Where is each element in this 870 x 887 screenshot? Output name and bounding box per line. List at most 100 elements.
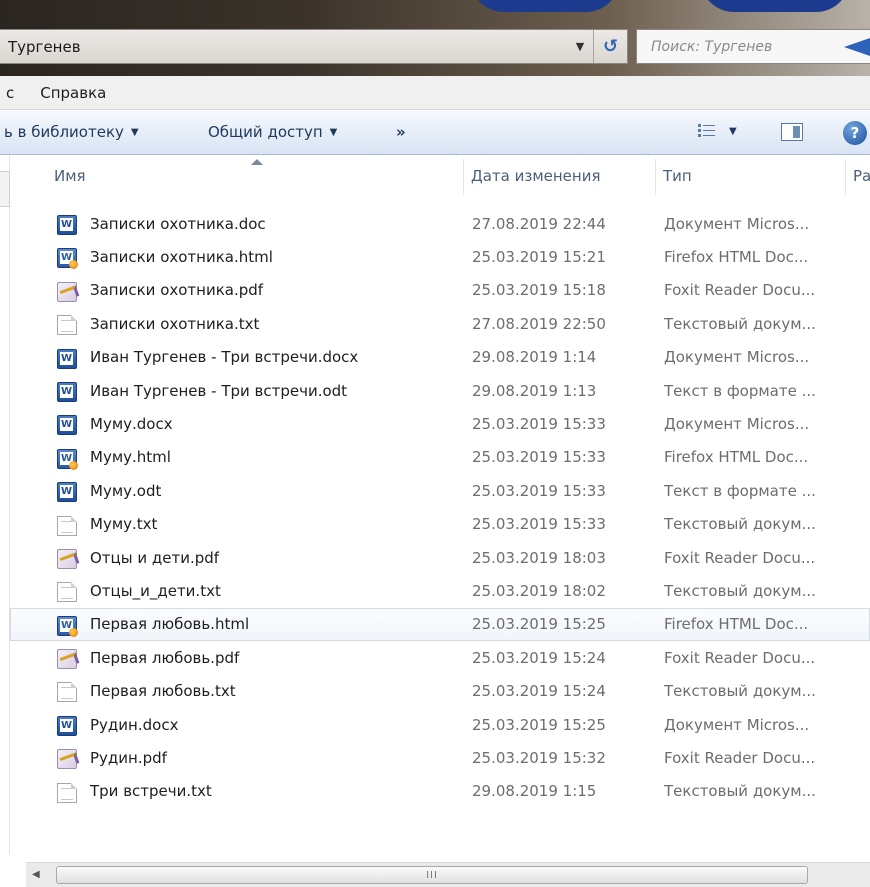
more-commands-button[interactable]: » <box>396 123 406 141</box>
address-bar[interactable]: Тургенев ▼ ↺ <box>0 29 628 64</box>
file-name-text: Записки охотника.doc <box>90 214 266 233</box>
file-type: Текст в формате ... <box>664 481 816 500</box>
file-date: 25.03.2019 15:33 <box>472 448 606 467</box>
file-name: Муму.html <box>55 442 465 473</box>
file-type: Foxit Reader Docu... <box>664 748 816 767</box>
file-date: 25.03.2019 18:03 <box>472 548 606 567</box>
file-type: Текст в формате ... <box>664 381 816 400</box>
file-type: Документ Micros... <box>664 214 810 233</box>
column-header-type[interactable]: Тип <box>655 155 845 197</box>
file-row[interactable]: Три встречи.txt 29.08.2019 1:15 Текстовый … <box>10 775 870 808</box>
file-row[interactable]: Муму.docx 25.03.2019 15:33 Документ Micros… <box>10 407 870 440</box>
scrollbar-gap <box>0 862 26 887</box>
file-type: Текстовый докум... <box>664 581 816 600</box>
file-row[interactable]: Первая любовь.html 25.03.2019 15:25 Firefo… <box>10 607 870 642</box>
scroll-left-icon[interactable]: ◀ <box>32 869 40 880</box>
file-name: Первая любовь.pdf <box>55 642 465 673</box>
file-name: Отцы и дети.pdf <box>55 542 465 573</box>
file-type: Текстовый докум... <box>664 782 816 801</box>
menu-bar: с Справка <box>0 76 870 110</box>
file-name-text: Иван Тургенев - Три встречи.docx <box>90 348 359 367</box>
chevron-down-icon: ▼ <box>329 126 338 138</box>
column-header-date[interactable]: Дата изменения <box>463 155 655 197</box>
background-decoration <box>470 0 620 12</box>
navigation-pane <box>0 155 10 855</box>
file-date: 25.03.2019 15:33 <box>472 481 606 500</box>
file-row[interactable]: Иван Тургенев - Три встречи.docx 29.08.20… <box>10 341 870 374</box>
add-to-library-button[interactable]: ь в библиотеку ▼ <box>4 123 139 141</box>
file-name-text: Рудин.docx <box>90 715 179 734</box>
file-row[interactable]: Рудин.docx 25.03.2019 15:25 Документ Micro… <box>10 708 870 741</box>
file-date: 25.03.2019 15:25 <box>472 715 606 734</box>
background-decoration <box>700 0 850 12</box>
file-name: Рудин.docx <box>55 709 465 740</box>
menu-item-service[interactable]: с <box>0 84 28 102</box>
file-date: 25.03.2019 15:24 <box>472 682 606 701</box>
scrollbar-thumb[interactable]: III <box>56 866 808 884</box>
share-button[interactable]: Общий доступ ▼ <box>208 123 337 141</box>
file-row[interactable]: Записки охотника.doc 27.08.2019 22:44 Доку… <box>10 207 870 240</box>
file-row[interactable]: Отцы и дети.pdf 25.03.2019 18:03 Foxit Rea… <box>10 541 870 574</box>
file-row[interactable]: Записки охотника.html 25.03.2019 15:21 Fir… <box>10 240 870 273</box>
refresh-icon[interactable]: ↺ <box>593 30 627 63</box>
file-row[interactable]: Муму.odt 25.03.2019 15:33 Текст в формате … <box>10 474 870 507</box>
file-row[interactable]: Муму.html 25.03.2019 15:33 Firefox HTML Do… <box>10 441 870 474</box>
file-name: Иван Тургенев - Три встречи.odt <box>55 375 465 406</box>
file-row[interactable]: Записки охотника.txt 27.08.2019 22:50 Текс… <box>10 307 870 340</box>
column-headers: Имя Дата изменения Тип Ра <box>10 155 870 197</box>
search-input[interactable]: Поиск: Тургенев <box>636 29 870 64</box>
file-name: Три встречи.txt <box>55 776 465 807</box>
change-view-button[interactable]: ▼ <box>697 122 737 140</box>
file-row[interactable]: Рудин.pdf 25.03.2019 15:32 Foxit Reader Do… <box>10 741 870 774</box>
file-name: Муму.txt <box>55 509 465 540</box>
scrollbar-grip: III <box>426 869 438 881</box>
file-row[interactable]: Отцы_и_дети.txt 25.03.2019 18:02 Текстовый… <box>10 574 870 607</box>
horizontal-scrollbar[interactable]: ◀ III <box>26 862 870 887</box>
file-name-text: Записки охотника.html <box>90 248 273 267</box>
add-to-library-label: ь в библиотеку <box>4 123 124 141</box>
file-type: Foxit Reader Docu... <box>664 281 816 300</box>
file-date: 29.08.2019 1:14 <box>472 348 597 367</box>
file-name: Муму.odt <box>55 475 465 506</box>
file-date: 29.08.2019 1:13 <box>472 381 597 400</box>
file-name-text: Иван Тургенев - Три встречи.odt <box>90 381 348 400</box>
file-date: 25.03.2019 18:02 <box>472 581 606 600</box>
file-type: Текстовый докум... <box>664 314 816 333</box>
file-row[interactable]: Иван Тургенев - Три встречи.odt 29.08.201… <box>10 374 870 407</box>
preview-pane-icon[interactable] <box>781 123 803 141</box>
file-name-text: Рудин.pdf <box>90 748 167 767</box>
file-name: Отцы_и_дети.txt <box>55 575 465 606</box>
chevron-down-icon[interactable]: ▼ <box>567 40 593 53</box>
file-type: Текстовый докум... <box>664 682 816 701</box>
file-row[interactable]: Записки охотника.pdf 25.03.2019 15:18 Foxi… <box>10 274 870 307</box>
file-name-text: Первая любовь.txt <box>90 682 236 701</box>
file-name: Записки охотника.doc <box>55 208 465 239</box>
file-date: 25.03.2019 15:24 <box>472 648 606 667</box>
file-row[interactable]: Первая любовь.txt 25.03.2019 15:24 Текстов… <box>10 674 870 707</box>
help-icon[interactable]: ? <box>843 121 867 145</box>
file-name: Первая любовь.txt <box>55 675 465 706</box>
file-row[interactable]: Первая любовь.pdf 25.03.2019 15:24 Foxit R… <box>10 641 870 674</box>
file-row[interactable]: Муму.txt 25.03.2019 15:33 Текстовый докум.… <box>10 508 870 541</box>
file-date: 25.03.2019 15:33 <box>472 515 606 534</box>
chevron-down-icon: ▼ <box>729 125 737 137</box>
file-date: 27.08.2019 22:50 <box>472 314 606 333</box>
file-name-text: Муму.docx <box>90 415 173 434</box>
file-name: Записки охотника.txt <box>55 308 465 339</box>
column-header-size[interactable]: Ра <box>845 155 870 197</box>
file-type: Документ Micros... <box>664 348 810 367</box>
file-date: 25.03.2019 15:25 <box>472 615 606 634</box>
pointer-arrow-icon <box>844 38 870 56</box>
file-name: Записки охотника.pdf <box>55 275 465 306</box>
file-name: Первая любовь.html <box>55 609 465 640</box>
file-name-text: Отцы_и_дети.txt <box>90 581 221 600</box>
chevron-down-icon: ▼ <box>130 126 139 138</box>
file-date: 25.03.2019 15:21 <box>472 248 606 267</box>
column-header-name[interactable]: Имя <box>46 155 463 197</box>
search-placeholder: Поиск: Тургенев <box>651 38 773 55</box>
menu-item-help[interactable]: Справка <box>28 84 118 102</box>
file-list: Записки охотника.doc 27.08.2019 22:44 Доку… <box>10 207 870 808</box>
navigation-pane-scroll[interactable] <box>0 171 10 207</box>
file-date: 27.08.2019 22:44 <box>472 214 606 233</box>
address-path[interactable]: Тургенев <box>0 38 567 56</box>
